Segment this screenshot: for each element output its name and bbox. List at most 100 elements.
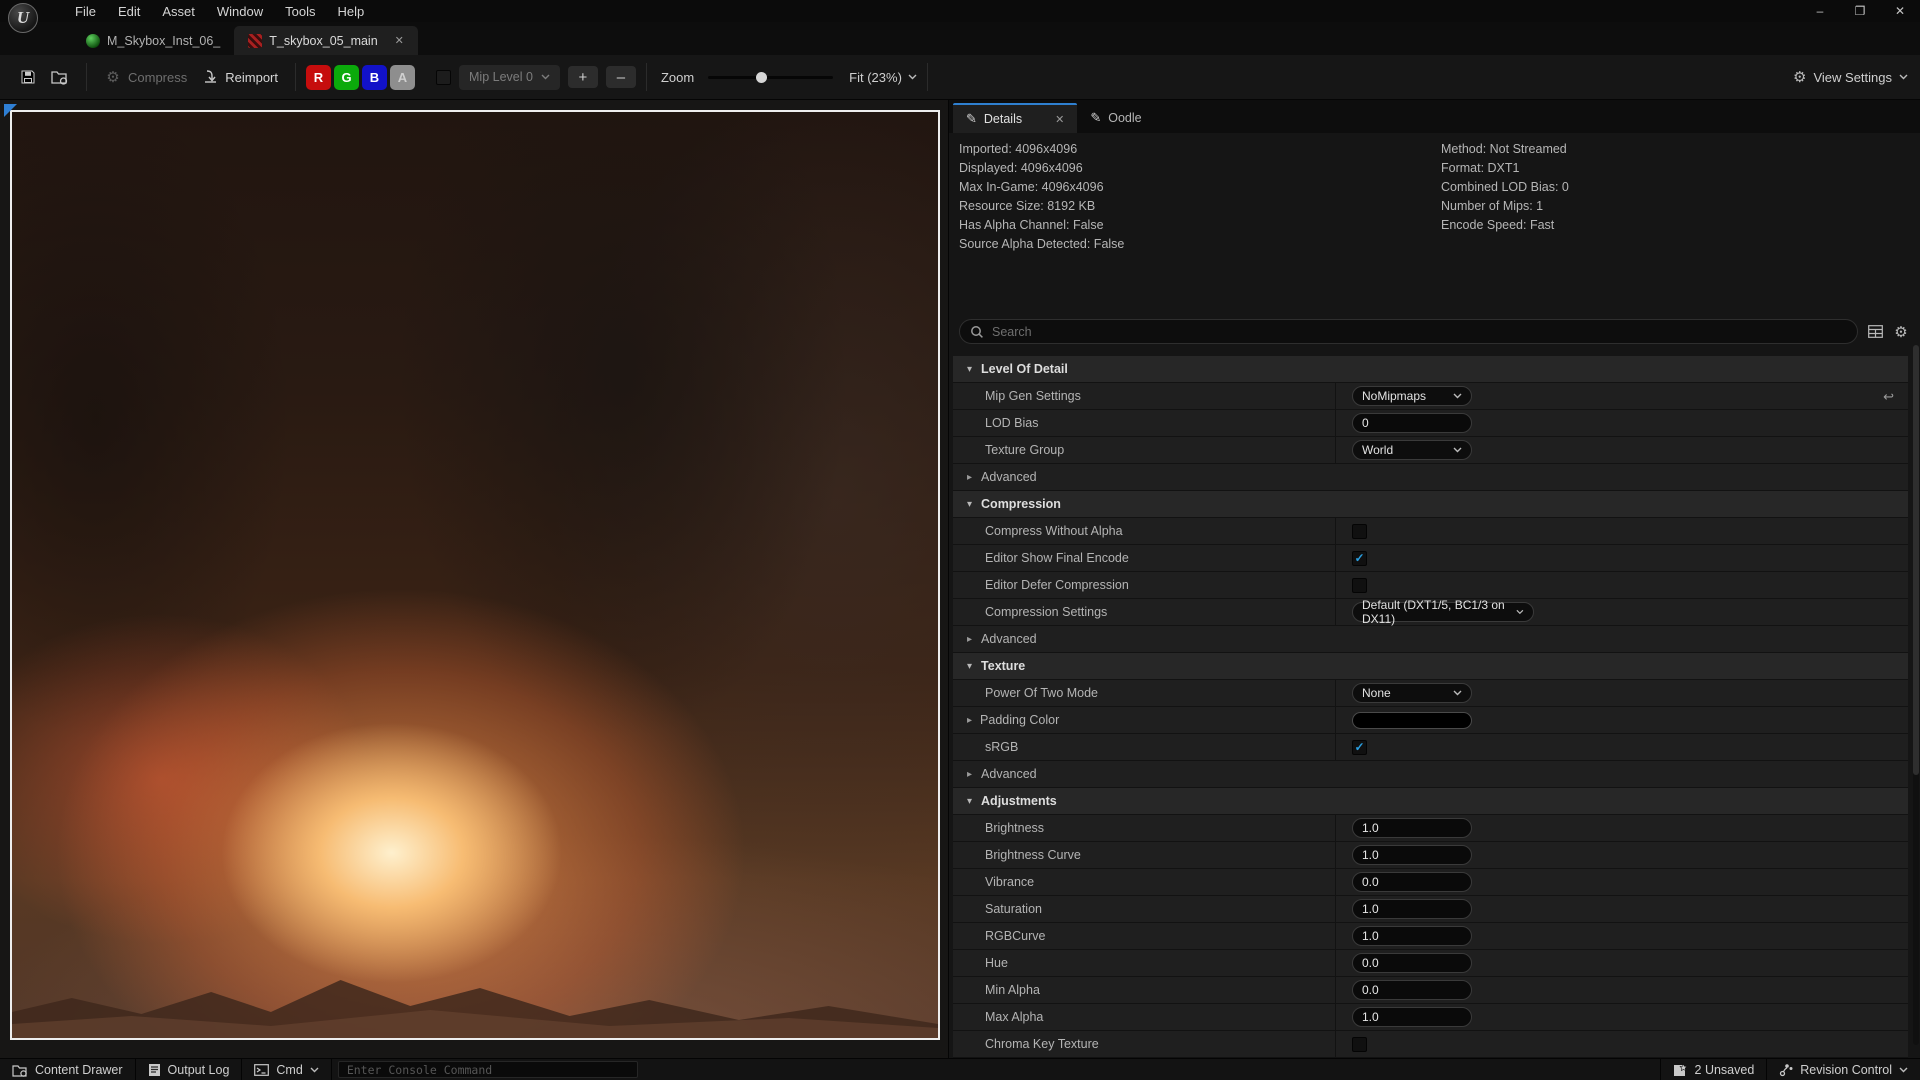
unreal-logo-icon[interactable]: U: [8, 3, 38, 33]
compression-settings-dropdown[interactable]: Default (DXT1/5, BC1/3 on DX11): [1352, 602, 1534, 622]
advanced-expander-advanced[interactable]: ▸Advanced: [953, 464, 1908, 491]
mip-gen-settings-dropdown[interactable]: NoMipmaps: [1352, 386, 1472, 406]
menu-window[interactable]: Window: [206, 1, 274, 22]
rgbcurve-label: RGBCurve: [985, 929, 1045, 943]
view-settings-dropdown[interactable]: ⚙ View Settings: [1793, 68, 1908, 86]
info-combined-lod-bias: Combined LOD Bias: 0: [1441, 181, 1569, 194]
rgbcurve-input[interactable]: 1.0: [1352, 926, 1472, 946]
lod-bias-input[interactable]: 0: [1352, 413, 1472, 433]
power-of-two-mode-dropdown[interactable]: None: [1352, 683, 1472, 703]
menu-edit[interactable]: Edit: [107, 1, 151, 22]
max-alpha-input[interactable]: 1.0: [1352, 1007, 1472, 1027]
section-label: Texture: [981, 659, 1025, 673]
tab-m-skybox-inst-06[interactable]: M_Skybox_Inst_06_: [72, 26, 234, 55]
texture-preview-frame[interactable]: [10, 110, 940, 1040]
details-panel-tabs: ✎ Details ✕ ✎ Oodle: [949, 100, 1920, 133]
mountain-silhouette: [12, 928, 938, 1038]
cmd-dropdown[interactable]: Cmd: [242, 1059, 331, 1080]
vibrance-input[interactable]: 0.0: [1352, 872, 1472, 892]
mip-level-checkbox[interactable]: [436, 70, 451, 85]
brightness-curve-input[interactable]: 1.0: [1352, 845, 1472, 865]
reimport-button[interactable]: Reimport: [194, 63, 285, 91]
restore-icon[interactable]: ❐: [1840, 0, 1880, 22]
editor-defer-compression-checkbox[interactable]: [1352, 578, 1367, 593]
zoom-label: Zoom: [661, 70, 694, 85]
mip-plus-button[interactable]: +: [568, 66, 598, 88]
tab-details[interactable]: ✎ Details ✕: [953, 103, 1077, 133]
save-button[interactable]: [12, 63, 44, 91]
chroma-key-texture-label: Chroma Key Texture: [985, 1037, 1099, 1051]
settings-gear-icon[interactable]: ⚙: [1892, 323, 1910, 341]
srgb-checkbox[interactable]: ✓: [1352, 740, 1367, 755]
texture-group-dropdown[interactable]: World: [1352, 440, 1472, 460]
section-header-adjustments[interactable]: ▾Adjustments: [953, 788, 1908, 815]
fit-zoom-dropdown[interactable]: Fit (23%): [849, 70, 917, 85]
blue-channel-button[interactable]: B: [362, 65, 387, 90]
compress-button[interactable]: ⚙ Compress: [97, 63, 194, 91]
close-icon[interactable]: ✕: [1880, 0, 1920, 22]
property-row-compression-settings: Compression SettingsDefault (DXT1/5, BC1…: [953, 599, 1908, 626]
chroma-key-texture-checkbox[interactable]: [1352, 1037, 1367, 1052]
zoom-slider[interactable]: [708, 76, 833, 79]
edit-pencil-icon: ✎: [966, 111, 977, 127]
green-channel-button[interactable]: G: [334, 65, 359, 90]
alpha-channel-button[interactable]: A: [390, 65, 415, 90]
mip-minus-button[interactable]: –: [606, 66, 636, 88]
property-row-brightness-curve: Brightness Curve1.0: [953, 842, 1908, 869]
advanced-expander-advanced[interactable]: ▸Advanced: [953, 761, 1908, 788]
menu-help[interactable]: Help: [326, 1, 375, 22]
zoom-slider-handle[interactable]: [756, 72, 767, 83]
compress-without-alpha-checkbox[interactable]: [1352, 524, 1367, 539]
tab-t-skybox-05-main[interactable]: T_skybox_05_main ✕: [234, 26, 418, 55]
skybox-texture-image: [12, 112, 938, 1038]
property-row-mip-gen-settings: Mip Gen SettingsNoMipmaps↩: [953, 383, 1908, 410]
display-options-icon[interactable]: [1866, 323, 1884, 341]
property-row-compress-without-alpha: Compress Without Alpha: [953, 518, 1908, 545]
reset-to-default-icon[interactable]: ↩: [1883, 389, 1894, 405]
padding-color-color-swatch[interactable]: [1352, 712, 1472, 729]
search-input[interactable]: Search: [959, 319, 1858, 344]
content-drawer-button[interactable]: Content Drawer: [0, 1059, 136, 1080]
reimport-icon: [201, 68, 219, 86]
menu-file[interactable]: File: [64, 1, 107, 22]
minimize-icon[interactable]: –: [1800, 0, 1840, 22]
menu-asset[interactable]: Asset: [151, 1, 206, 22]
hue-label: Hue: [985, 956, 1008, 970]
texture-viewport[interactable]: [0, 100, 948, 1058]
brightness-label: Brightness: [985, 821, 1044, 835]
hue-input[interactable]: 0.0: [1352, 953, 1472, 973]
red-channel-button[interactable]: R: [306, 65, 331, 90]
expand-arrow-icon[interactable]: ▸: [967, 715, 972, 726]
vibrance-label: Vibrance: [985, 875, 1034, 889]
tab-oodle[interactable]: ✎ Oodle: [1077, 103, 1154, 133]
tab-label: M_Skybox_Inst_06_: [107, 34, 220, 48]
advanced-expander-advanced[interactable]: ▸Advanced: [953, 626, 1908, 653]
revision-control-dropdown[interactable]: Revision Control: [1766, 1059, 1920, 1080]
saturation-input[interactable]: 1.0: [1352, 899, 1472, 919]
unsaved-assets-button[interactable]: 2 Unsaved: [1660, 1059, 1767, 1080]
editor-show-final-encode-checkbox[interactable]: ✓: [1352, 551, 1367, 566]
section-header-texture[interactable]: ▾Texture: [953, 653, 1908, 680]
status-bar-right: 2 Unsaved Revision Control: [1660, 1059, 1920, 1080]
property-row-lod-bias: LOD Bias0: [953, 410, 1908, 437]
folder-magnifier-icon: [51, 68, 69, 86]
info-method: Method: Not Streamed: [1441, 143, 1569, 156]
collapse-arrow-icon: ▾: [967, 796, 972, 807]
close-tab-icon[interactable]: ✕: [395, 34, 404, 47]
compress-gears-icon: ⚙: [104, 68, 122, 86]
power-of-two-mode-value: None: [1362, 686, 1391, 700]
close-panel-icon[interactable]: ✕: [1055, 113, 1064, 126]
scrollbar-thumb[interactable]: [1913, 345, 1919, 775]
mip-gen-settings-value: NoMipmaps: [1362, 389, 1426, 403]
console-command-input[interactable]: Enter Console Command: [338, 1061, 638, 1078]
details-scrollbar[interactable]: [1913, 345, 1919, 1045]
mip-level-dropdown[interactable]: Mip Level 0: [459, 65, 560, 90]
menu-tools[interactable]: Tools: [274, 1, 326, 22]
min-alpha-input[interactable]: 0.0: [1352, 980, 1472, 1000]
section-header-compression[interactable]: ▾Compression: [953, 491, 1908, 518]
output-log-button[interactable]: Output Log: [136, 1059, 243, 1080]
section-header-level-of-detail[interactable]: ▾Level Of Detail: [953, 356, 1908, 383]
brightness-input[interactable]: 1.0: [1352, 818, 1472, 838]
browse-to-asset-button[interactable]: [44, 63, 76, 91]
power-of-two-mode-label: Power Of Two Mode: [985, 686, 1098, 700]
